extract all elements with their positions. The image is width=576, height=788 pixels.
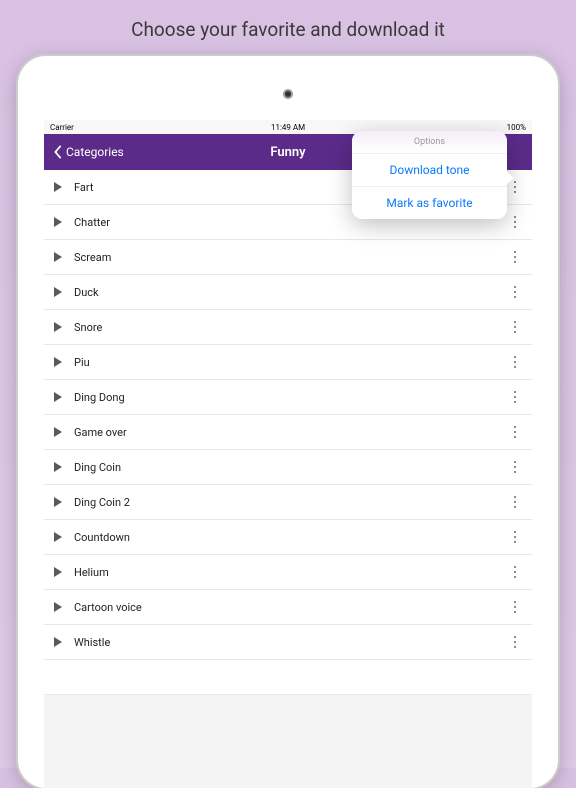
play-icon[interactable] — [54, 252, 62, 262]
mark-favorite-option[interactable]: Mark as favorite — [352, 187, 507, 219]
ipad-frame: Carrier 11:49 AM 100% Categories Funny F… — [18, 56, 558, 788]
play-icon[interactable] — [54, 637, 62, 647]
tone-label: Countdown — [74, 531, 504, 544]
tone-label: Scream — [74, 251, 504, 264]
tone-row: Piu — [44, 345, 532, 380]
tone-row: Helium — [44, 555, 532, 590]
play-icon[interactable] — [54, 287, 62, 297]
dots-icon — [514, 466, 517, 469]
play-icon[interactable] — [54, 602, 62, 612]
tone-row: Snore — [44, 310, 532, 345]
tone-label: Duck — [74, 286, 504, 299]
carrier-label: Carrier — [50, 123, 74, 132]
more-button[interactable] — [504, 596, 526, 618]
tone-row: Whistle — [44, 625, 532, 660]
screen: Carrier 11:49 AM 100% Categories Funny F… — [44, 120, 532, 788]
dots-icon — [514, 606, 517, 609]
tone-row: Ding Coin 2 — [44, 485, 532, 520]
dots-icon — [514, 536, 517, 539]
promo-headline: Choose your favorite and download it — [0, 0, 576, 55]
tone-label: Ding Coin — [74, 461, 504, 474]
dots-icon — [514, 186, 517, 189]
more-button[interactable] — [504, 211, 526, 233]
tone-label: Ding Dong — [74, 391, 504, 404]
more-button[interactable] — [504, 526, 526, 548]
more-button[interactable] — [504, 386, 526, 408]
more-button[interactable] — [504, 281, 526, 303]
download-tone-option[interactable]: Download tone — [352, 154, 507, 187]
dots-icon — [514, 221, 517, 224]
more-button[interactable] — [504, 246, 526, 268]
tone-label: Cartoon voice — [74, 601, 504, 614]
tone-row: Countdown — [44, 520, 532, 555]
back-label: Categories — [66, 145, 124, 159]
more-button[interactable] — [504, 631, 526, 653]
play-icon[interactable] — [54, 462, 62, 472]
tone-label: Game over — [74, 426, 504, 439]
tone-row: Game over — [44, 415, 532, 450]
tone-row: Ding Coin — [44, 450, 532, 485]
play-icon[interactable] — [54, 567, 62, 577]
dots-icon — [514, 291, 517, 294]
more-button[interactable] — [504, 491, 526, 513]
back-button[interactable]: Categories — [52, 145, 124, 159]
tone-label: Ding Coin 2 — [74, 496, 504, 509]
tone-row: Ding Dong — [44, 380, 532, 415]
more-button[interactable] — [504, 421, 526, 443]
play-icon[interactable] — [54, 217, 62, 227]
dots-icon — [514, 361, 517, 364]
tone-label: Helium — [74, 566, 504, 579]
more-button[interactable] — [504, 561, 526, 583]
play-icon[interactable] — [54, 427, 62, 437]
page-title: Funny — [270, 145, 305, 160]
play-icon[interactable] — [54, 357, 62, 367]
tone-label: Whistle — [74, 636, 504, 649]
options-popover: Options Download tone Mark as favorite — [352, 131, 507, 219]
dots-icon — [514, 571, 517, 574]
play-icon[interactable] — [54, 497, 62, 507]
more-button[interactable] — [504, 351, 526, 373]
battery-label: 100% — [507, 123, 526, 132]
dots-icon — [514, 501, 517, 504]
play-icon[interactable] — [54, 392, 62, 402]
dots-icon — [514, 431, 517, 434]
dots-icon — [514, 396, 517, 399]
dots-icon — [514, 641, 517, 644]
more-button[interactable] — [504, 316, 526, 338]
play-icon[interactable] — [54, 322, 62, 332]
tone-row: Cartoon voice — [44, 590, 532, 625]
tone-row: Scream — [44, 240, 532, 275]
more-button[interactable] — [504, 456, 526, 478]
tone-label: Piu — [74, 356, 504, 369]
chevron-left-icon — [52, 145, 64, 159]
tone-list: FartChatterScreamDuckSnorePiuDing DongGa… — [44, 170, 532, 695]
popover-header: Options — [352, 131, 507, 154]
play-icon[interactable] — [54, 532, 62, 542]
dots-icon — [514, 256, 517, 259]
play-icon[interactable] — [54, 182, 62, 192]
clock: 11:49 AM — [271, 123, 305, 132]
tone-row: Duck — [44, 275, 532, 310]
dots-icon — [514, 326, 517, 329]
tone-label: Snore — [74, 321, 504, 334]
camera-dot — [283, 89, 293, 99]
